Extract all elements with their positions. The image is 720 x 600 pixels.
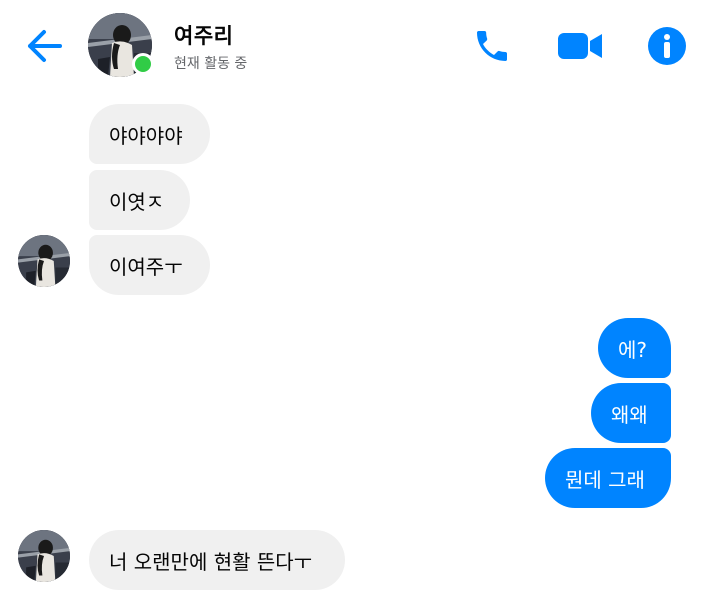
- video-call-button[interactable]: [556, 22, 604, 70]
- phone-icon: [477, 31, 507, 61]
- message-bubble-received[interactable]: 이엿ㅈ: [89, 170, 190, 230]
- avatar-photo: [18, 235, 70, 287]
- contact-avatar-small[interactable]: [18, 235, 70, 287]
- contact-avatar[interactable]: [88, 13, 154, 77]
- video-camera-icon: [558, 33, 602, 59]
- back-arrow-icon: [28, 30, 62, 62]
- chat-screen: 여주리 현재 활동 중 야야야야 이엿ㅈ 이여주ㅜ 에? 왜왜 뭔데 그래 너 …: [0, 0, 720, 600]
- message-bubble-received[interactable]: 야야야야: [89, 104, 210, 164]
- message-bubble-received[interactable]: 너 오랜만에 현활 뜬다ㅜ: [89, 530, 345, 590]
- message-bubble-sent[interactable]: 에?: [598, 318, 671, 378]
- active-status: 현재 활동 중: [174, 56, 248, 72]
- message-bubble-received[interactable]: 이여주ㅜ: [89, 235, 210, 295]
- avatar-photo: [18, 530, 70, 582]
- contact-avatar-small[interactable]: [18, 530, 70, 582]
- contact-name[interactable]: 여주리: [174, 20, 233, 50]
- info-button[interactable]: [643, 22, 691, 70]
- message-bubble-sent[interactable]: 뭔데 그래: [545, 448, 671, 508]
- back-button[interactable]: [20, 24, 68, 68]
- call-button[interactable]: [468, 22, 516, 70]
- message-bubble-sent[interactable]: 왜왜: [591, 383, 671, 443]
- info-icon: [648, 27, 686, 65]
- online-indicator: [132, 53, 154, 75]
